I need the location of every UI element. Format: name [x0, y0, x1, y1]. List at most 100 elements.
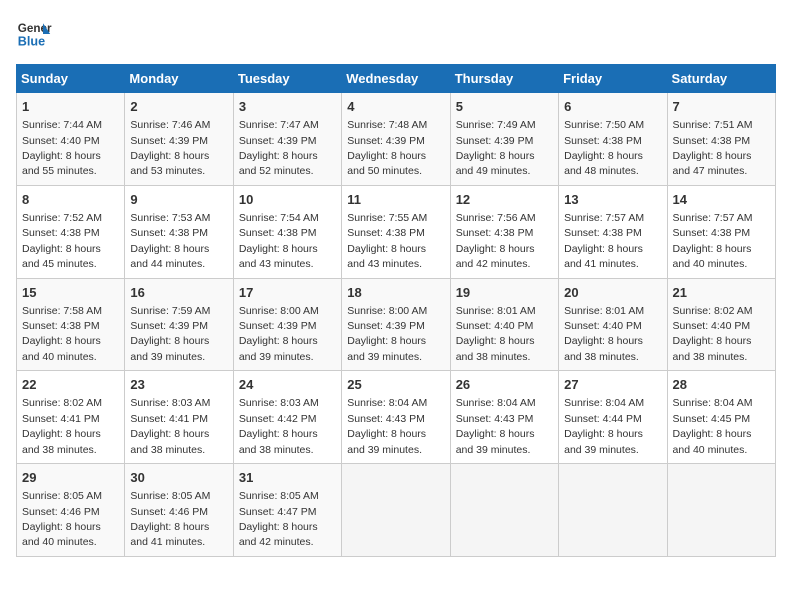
week-row-3: 15 Sunrise: 7:58 AMSunset: 4:38 PMDayligh… — [17, 278, 776, 371]
week-row-4: 22 Sunrise: 8:02 AMSunset: 4:41 PMDayligh… — [17, 371, 776, 464]
day-number: 23 — [130, 376, 227, 394]
day-info: Sunrise: 7:51 AMSunset: 4:38 PMDaylight:… — [673, 119, 753, 177]
calendar-cell: 28 Sunrise: 8:04 AMSunset: 4:45 PMDayligh… — [667, 371, 775, 464]
calendar-cell: 30 Sunrise: 8:05 AMSunset: 4:46 PMDayligh… — [125, 464, 233, 557]
day-number: 5 — [456, 98, 553, 116]
day-info: Sunrise: 7:53 AMSunset: 4:38 PMDaylight:… — [130, 212, 210, 270]
day-info: Sunrise: 7:47 AMSunset: 4:39 PMDaylight:… — [239, 119, 319, 177]
calendar-cell: 4 Sunrise: 7:48 AMSunset: 4:39 PMDaylight… — [342, 93, 450, 186]
day-number: 30 — [130, 469, 227, 487]
day-info: Sunrise: 8:05 AMSunset: 4:47 PMDaylight:… — [239, 490, 319, 548]
calendar-cell: 22 Sunrise: 8:02 AMSunset: 4:41 PMDayligh… — [17, 371, 125, 464]
day-number: 13 — [564, 191, 661, 209]
logo: General Blue — [16, 16, 56, 52]
day-info: Sunrise: 8:02 AMSunset: 4:40 PMDaylight:… — [673, 305, 753, 363]
day-number: 1 — [22, 98, 119, 116]
day-info: Sunrise: 7:46 AMSunset: 4:39 PMDaylight:… — [130, 119, 210, 177]
week-row-5: 29 Sunrise: 8:05 AMSunset: 4:46 PMDayligh… — [17, 464, 776, 557]
day-number: 22 — [22, 376, 119, 394]
day-info: Sunrise: 8:04 AMSunset: 4:43 PMDaylight:… — [456, 397, 536, 455]
svg-text:Blue: Blue — [18, 35, 45, 49]
calendar-cell: 8 Sunrise: 7:52 AMSunset: 4:38 PMDaylight… — [17, 185, 125, 278]
day-info: Sunrise: 7:55 AMSunset: 4:38 PMDaylight:… — [347, 212, 427, 270]
day-info: Sunrise: 8:01 AMSunset: 4:40 PMDaylight:… — [456, 305, 536, 363]
day-number: 18 — [347, 284, 444, 302]
day-info: Sunrise: 8:05 AMSunset: 4:46 PMDaylight:… — [130, 490, 210, 548]
day-info: Sunrise: 7:48 AMSunset: 4:39 PMDaylight:… — [347, 119, 427, 177]
col-header-saturday: Saturday — [667, 65, 775, 93]
calendar-cell: 27Sunrise: 8:04 AMSunset: 4:44 PMDayligh… — [559, 371, 667, 464]
calendar-cell: 12Sunrise: 7:56 AMSunset: 4:38 PMDayligh… — [450, 185, 558, 278]
day-info: Sunrise: 8:05 AMSunset: 4:46 PMDaylight:… — [22, 490, 102, 548]
day-info: Sunrise: 7:57 AMSunset: 4:38 PMDaylight:… — [564, 212, 644, 270]
day-number: 21 — [673, 284, 770, 302]
page-header: General Blue — [16, 16, 776, 52]
day-number: 14 — [673, 191, 770, 209]
day-info: Sunrise: 7:50 AMSunset: 4:38 PMDaylight:… — [564, 119, 644, 177]
col-header-thursday: Thursday — [450, 65, 558, 93]
day-number: 28 — [673, 376, 770, 394]
calendar-cell: 9 Sunrise: 7:53 AMSunset: 4:38 PMDaylight… — [125, 185, 233, 278]
logo-icon: General Blue — [16, 16, 52, 52]
col-header-monday: Monday — [125, 65, 233, 93]
calendar-cell: 29 Sunrise: 8:05 AMSunset: 4:46 PMDayligh… — [17, 464, 125, 557]
day-info: Sunrise: 8:00 AMSunset: 4:39 PMDaylight:… — [347, 305, 427, 363]
day-info: Sunrise: 8:04 AMSunset: 4:44 PMDaylight:… — [564, 397, 644, 455]
day-number: 10 — [239, 191, 336, 209]
day-number: 15 — [22, 284, 119, 302]
day-number: 26 — [456, 376, 553, 394]
day-info: Sunrise: 8:01 AMSunset: 4:40 PMDaylight:… — [564, 305, 644, 363]
calendar-cell: 1 Sunrise: 7:44 AMSunset: 4:40 PMDaylight… — [17, 93, 125, 186]
day-number: 6 — [564, 98, 661, 116]
calendar-cell: 11Sunrise: 7:55 AMSunset: 4:38 PMDayligh… — [342, 185, 450, 278]
calendar-cell: 23 Sunrise: 8:03 AMSunset: 4:41 PMDayligh… — [125, 371, 233, 464]
day-number: 7 — [673, 98, 770, 116]
day-info: Sunrise: 7:56 AMSunset: 4:38 PMDaylight:… — [456, 212, 536, 270]
day-number: 17 — [239, 284, 336, 302]
col-header-sunday: Sunday — [17, 65, 125, 93]
day-info: Sunrise: 8:03 AMSunset: 4:41 PMDaylight:… — [130, 397, 210, 455]
day-info: Sunrise: 7:52 AMSunset: 4:38 PMDaylight:… — [22, 212, 102, 270]
day-number: 24 — [239, 376, 336, 394]
calendar-cell: 21 Sunrise: 8:02 AMSunset: 4:40 PMDayligh… — [667, 278, 775, 371]
day-number: 16 — [130, 284, 227, 302]
calendar-cell: 18 Sunrise: 8:00 AMSunset: 4:39 PMDayligh… — [342, 278, 450, 371]
col-header-tuesday: Tuesday — [233, 65, 341, 93]
day-info: Sunrise: 7:59 AMSunset: 4:39 PMDaylight:… — [130, 305, 210, 363]
calendar-cell: 10 Sunrise: 7:54 AMSunset: 4:38 PMDayligh… — [233, 185, 341, 278]
day-number: 2 — [130, 98, 227, 116]
day-info: Sunrise: 7:54 AMSunset: 4:38 PMDaylight:… — [239, 212, 319, 270]
calendar-cell: 3 Sunrise: 7:47 AMSunset: 4:39 PMDaylight… — [233, 93, 341, 186]
calendar-cell: 13 Sunrise: 7:57 AMSunset: 4:38 PMDayligh… — [559, 185, 667, 278]
day-number: 25 — [347, 376, 444, 394]
day-number: 8 — [22, 191, 119, 209]
calendar-cell — [342, 464, 450, 557]
calendar-cell: 19Sunrise: 8:01 AMSunset: 4:40 PMDayligh… — [450, 278, 558, 371]
day-number: 4 — [347, 98, 444, 116]
calendar-table: SundayMondayTuesdayWednesdayThursdayFrid… — [16, 64, 776, 557]
day-info: Sunrise: 8:02 AMSunset: 4:41 PMDaylight:… — [22, 397, 102, 455]
day-number: 3 — [239, 98, 336, 116]
day-info: Sunrise: 8:03 AMSunset: 4:42 PMDaylight:… — [239, 397, 319, 455]
calendar-header-row: SundayMondayTuesdayWednesdayThursdayFrid… — [17, 65, 776, 93]
col-header-friday: Friday — [559, 65, 667, 93]
calendar-cell: 15 Sunrise: 7:58 AMSunset: 4:38 PMDayligh… — [17, 278, 125, 371]
day-info: Sunrise: 7:44 AMSunset: 4:40 PMDaylight:… — [22, 119, 102, 177]
calendar-cell: 5 Sunrise: 7:49 AMSunset: 4:39 PMDaylight… — [450, 93, 558, 186]
day-info: Sunrise: 8:04 AMSunset: 4:43 PMDaylight:… — [347, 397, 427, 455]
calendar-cell — [667, 464, 775, 557]
day-info: Sunrise: 8:00 AMSunset: 4:39 PMDaylight:… — [239, 305, 319, 363]
day-info: Sunrise: 7:58 AMSunset: 4:38 PMDaylight:… — [22, 305, 102, 363]
day-info: Sunrise: 8:04 AMSunset: 4:45 PMDaylight:… — [673, 397, 753, 455]
col-header-wednesday: Wednesday — [342, 65, 450, 93]
day-number: 31 — [239, 469, 336, 487]
day-number: 9 — [130, 191, 227, 209]
calendar-cell: 20 Sunrise: 8:01 AMSunset: 4:40 PMDayligh… — [559, 278, 667, 371]
calendar-cell: 16 Sunrise: 7:59 AMSunset: 4:39 PMDayligh… — [125, 278, 233, 371]
day-info: Sunrise: 7:57 AMSunset: 4:38 PMDaylight:… — [673, 212, 753, 270]
day-number: 20 — [564, 284, 661, 302]
day-number: 29 — [22, 469, 119, 487]
week-row-2: 8 Sunrise: 7:52 AMSunset: 4:38 PMDaylight… — [17, 185, 776, 278]
calendar-cell: 26 Sunrise: 8:04 AMSunset: 4:43 PMDayligh… — [450, 371, 558, 464]
day-info: Sunrise: 7:49 AMSunset: 4:39 PMDaylight:… — [456, 119, 536, 177]
